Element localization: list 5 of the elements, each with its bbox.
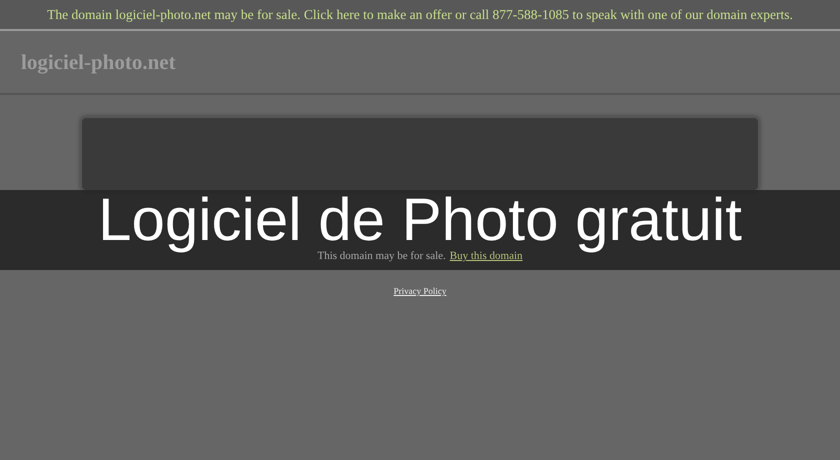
privacy-link[interactable]: Privacy Policy — [394, 286, 446, 296]
notice-link[interactable]: The domain logiciel-photo.net may be for sale. Click here to make an offer or call 877-588-1085 to speak with one of our domain experts. — [47, 6, 793, 22]
caption-title: Logiciel de Photo gratuit — [98, 188, 742, 252]
sale-text: This domain may be for sale. — [317, 250, 446, 262]
buy-link[interactable]: Buy this domain — [450, 250, 523, 262]
